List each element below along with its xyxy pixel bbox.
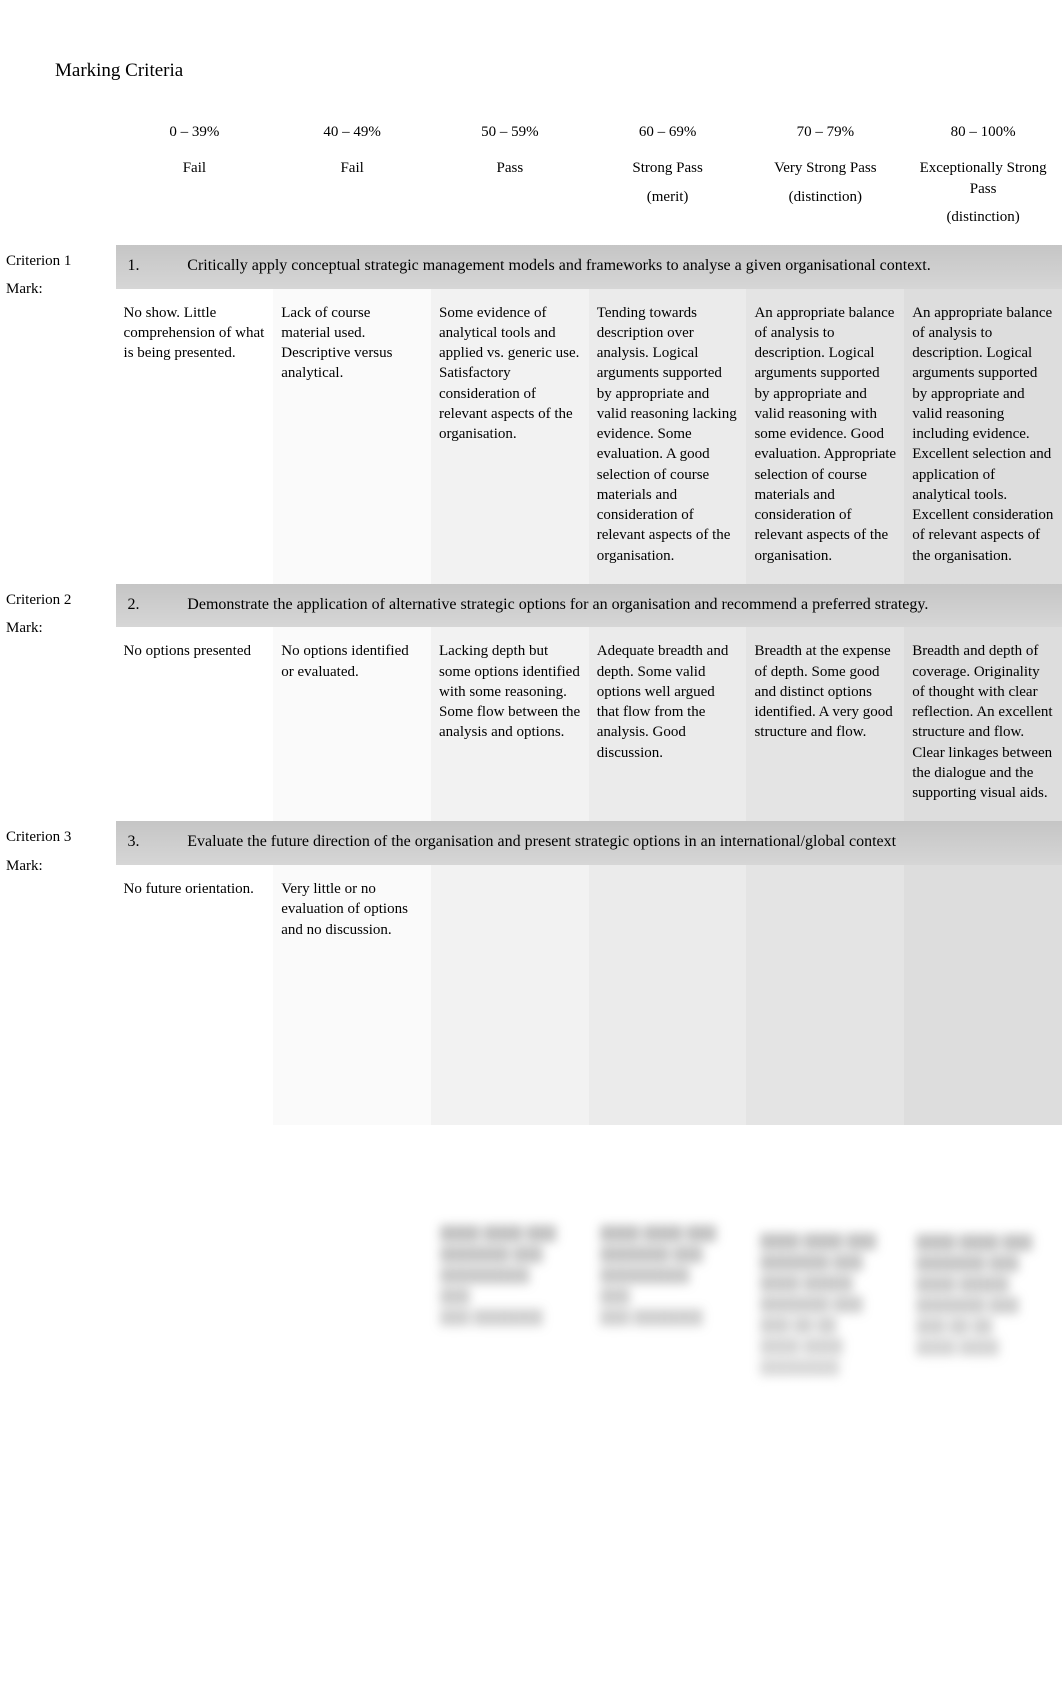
criterion-label-cell: Criterion 1 Mark:: [0, 245, 116, 584]
band-grade: Exceptionally Strong Pass (distinction): [904, 152, 1062, 245]
criterion-title-row: Criterion 1 Mark: 1. Critically apply co…: [0, 245, 1062, 289]
mark-label: Mark:: [6, 856, 108, 876]
descriptor-cell: [904, 865, 1062, 1125]
criterion-number: 2.: [128, 594, 184, 616]
page-title: Marking Criteria: [55, 60, 1062, 82]
criterion-text-cell: 2. Demonstrate the application of altern…: [116, 584, 1062, 628]
descriptor-row: No future orientation. Very little or no…: [0, 865, 1062, 1125]
descriptor-row: No options presented No options identifi…: [0, 627, 1062, 821]
grade-note: (merit): [597, 187, 739, 207]
criterion-text: Evaluate the future direction of the org…: [187, 833, 896, 850]
page: Marking Criteria 0 – 39% 40 – 49% 50 – 5…: [0, 0, 1062, 1689]
descriptor-cell: [589, 865, 747, 1125]
descriptor-cell: No options presented: [116, 627, 274, 821]
criterion-title-row: Criterion 2 Mark: 2. Demonstrate the app…: [0, 584, 1062, 628]
descriptor-cell: No options identified or evaluated.: [273, 627, 431, 821]
criterion-label: Criterion 2: [6, 590, 108, 610]
band-grade: Very Strong Pass (distinction): [746, 152, 904, 245]
descriptor-cell: Adequate breadth and depth. Some valid o…: [589, 627, 747, 821]
descriptor-cell: No show. Little comprehension of what is…: [116, 289, 274, 584]
grade-label: Very Strong Pass: [754, 158, 896, 178]
descriptor-cell: Very little or no evaluation of options …: [273, 865, 431, 1125]
descriptor-row: No show. Little comprehension of what is…: [0, 289, 1062, 584]
criterion-text-cell: 1. Critically apply conceptual strategic…: [116, 245, 1062, 289]
mark-label: Mark:: [6, 618, 108, 638]
criterion-label-cell: Criterion 2 Mark:: [0, 584, 116, 822]
grade-label: Exceptionally Strong Pass: [912, 158, 1054, 199]
descriptor-cell: An appropriate balance of analysis to de…: [904, 289, 1062, 584]
blurred-text-placeholder: ████ ████ ███ ███████ ███ ████ █████ ███…: [760, 1232, 876, 1379]
descriptor-cell: [746, 865, 904, 1125]
band-grade: Fail: [116, 152, 274, 245]
descriptor-cell: Lack of course material used. Descriptiv…: [273, 289, 431, 584]
grade-label: Fail: [281, 158, 423, 178]
mark-label: Mark:: [6, 279, 108, 299]
band-range: 0 – 39%: [116, 112, 274, 152]
empty-cell: [0, 112, 116, 152]
descriptor-cell: Breadth and depth of coverage. Originali…: [904, 627, 1062, 821]
criterion-label: Criterion 1: [6, 251, 108, 271]
criterion-title-row: Criterion 3 Mark: 3. Evaluate the future…: [0, 821, 1062, 865]
blurred-text-placeholder: ████ ████ ███ ███████ ███ █████████ ███ …: [600, 1224, 716, 1329]
descriptor-cell: An appropriate balance of analysis to de…: [746, 289, 904, 584]
blurred-text-placeholder: ████ ████ ███ ███████ ███ █████████ ███ …: [440, 1224, 556, 1329]
criterion-text-cell: 3. Evaluate the future direction of the …: [116, 821, 1062, 865]
grade-label: Fail: [124, 158, 266, 178]
band-range: 70 – 79%: [746, 112, 904, 152]
descriptor-cell: [431, 865, 589, 1125]
band-range: 50 – 59%: [431, 112, 589, 152]
rubric-table: 0 – 39% 40 – 49% 50 – 59% 60 – 69% 70 – …: [0, 112, 1062, 1125]
grade-label: Pass: [439, 158, 581, 178]
band-grade: Strong Pass (merit): [589, 152, 747, 245]
descriptor-cell: Tending towards description over analysi…: [589, 289, 747, 584]
band-grade: Pass: [431, 152, 589, 245]
descriptor-cell: Breadth at the expense of depth. Some go…: [746, 627, 904, 821]
band-grade: Fail: [273, 152, 431, 245]
grade-note: (distinction): [912, 207, 1054, 227]
empty-cell: [0, 152, 116, 245]
descriptor-cell: No future orientation.: [116, 865, 274, 1125]
fade-overlay: [115, 1149, 1062, 1689]
criterion-label: Criterion 3: [6, 827, 108, 847]
criterion-text: Critically apply conceptual strategic ma…: [187, 257, 930, 274]
descriptor-cell: Some evidence of analytical tools and ap…: [431, 289, 589, 584]
criterion-label-cell: Criterion 3 Mark:: [0, 821, 116, 1125]
band-range: 40 – 49%: [273, 112, 431, 152]
band-range: 80 – 100%: [904, 112, 1062, 152]
blurred-text-placeholder: ████ ████ ███ ███████ ███ ████ █████ ███…: [916, 1233, 1032, 1359]
grade-label: Strong Pass: [597, 158, 739, 178]
band-range: 60 – 69%: [589, 112, 747, 152]
criterion-number: 3.: [128, 831, 184, 853]
descriptor-cell: Lacking depth but some options identifie…: [431, 627, 589, 821]
grade-note: (distinction): [754, 187, 896, 207]
criterion-number: 1.: [128, 255, 184, 277]
header-ranges-row: 0 – 39% 40 – 49% 50 – 59% 60 – 69% 70 – …: [0, 112, 1062, 152]
header-grades-row: Fail Fail Pass Strong Pass (merit) Very …: [0, 152, 1062, 245]
criterion-text: Demonstrate the application of alternati…: [187, 596, 928, 613]
